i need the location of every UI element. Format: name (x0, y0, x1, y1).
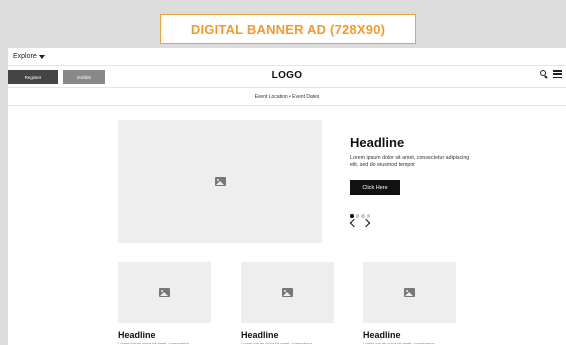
explore-label: Explore (13, 53, 37, 60)
chevron-left-icon[interactable] (349, 218, 359, 228)
caret-down-icon (38, 54, 45, 59)
main-nav: Register Exhibit LOGO (8, 66, 566, 88)
carousel-dot[interactable] (350, 214, 354, 218)
ad-label: DIGITAL BANNER AD (728X90) (190, 21, 386, 37)
card-headline: Headline (118, 330, 156, 340)
image-placeholder-icon (404, 288, 415, 297)
carousel-arrows (349, 218, 371, 228)
carousel-dot[interactable] (366, 214, 370, 218)
chevron-right-icon[interactable] (361, 218, 371, 228)
card-body: Lorem ipsum dolor sit amet, consectetur (118, 341, 190, 344)
hero-image-placeholder (118, 120, 322, 243)
image-placeholder-icon (159, 288, 170, 297)
card-headline: Headline (363, 330, 401, 340)
image-placeholder-icon (282, 288, 293, 297)
carousel-dots (350, 214, 370, 218)
card[interactable]: Headline Lorem ipsum dolor sit amet, con… (363, 262, 456, 344)
card-image-placeholder (363, 262, 456, 323)
card-image-placeholder (118, 262, 211, 323)
hero-text: Headline Lorem ipsum dolor sit amet, con… (350, 135, 470, 169)
hamburger-menu-icon[interactable] (553, 70, 562, 78)
carousel-dot[interactable] (361, 214, 365, 218)
explore-dropdown[interactable]: Explore (13, 53, 45, 60)
card-body: Lorem ipsum dolor sit amet, consectetur (363, 341, 435, 344)
hero-body: Lorem ipsum dolor sit amet, consectetur … (350, 155, 470, 168)
card[interactable]: Headline Lorem ipsum dolor sit amet, con… (118, 262, 211, 344)
carousel-dot[interactable] (355, 214, 359, 218)
event-info-bar: Event Location • Event Dates (8, 88, 566, 106)
logo[interactable]: LOGO (8, 70, 566, 81)
nav-icons (540, 70, 562, 79)
image-placeholder-icon (214, 177, 226, 186)
search-icon[interactable] (540, 70, 548, 79)
card[interactable]: Headline Lorem ipsum dolor sit amet, con… (241, 262, 334, 344)
explore-bar: Explore (8, 48, 566, 66)
click-here-button[interactable]: Click Here (350, 180, 400, 195)
card-body: Lorem ipsum dolor sit amet, consectetur (241, 341, 313, 344)
card-image-placeholder (241, 262, 334, 323)
digital-banner-ad[interactable]: DIGITAL BANNER AD (728X90) (160, 14, 416, 44)
ad-banner-area: DIGITAL BANNER AD (728X90) (0, 0, 566, 48)
page-mockup: Explore Register Exhibit LOGO Event Loca… (8, 48, 566, 345)
card-headline: Headline (241, 330, 279, 340)
hero-headline: Headline (350, 135, 405, 150)
